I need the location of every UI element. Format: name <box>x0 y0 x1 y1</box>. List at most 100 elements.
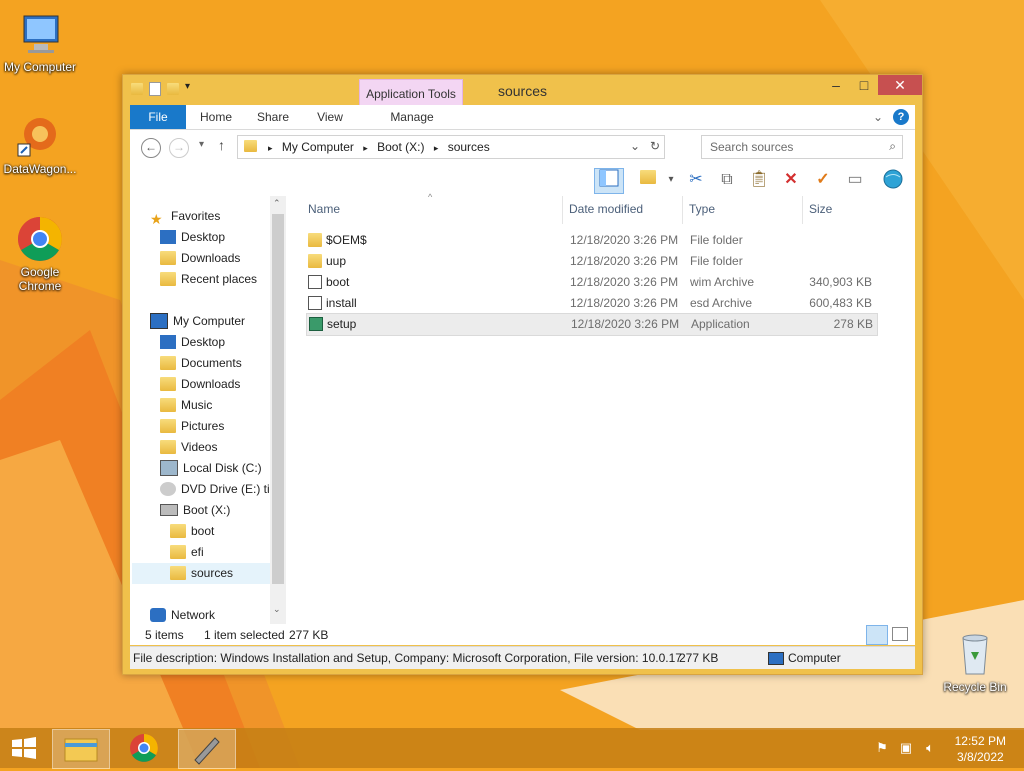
nav-favorites[interactable]: ★ Favorites <box>150 206 220 227</box>
file-row[interactable]: boot 12/18/2020 3:26 PM wim Archive 340,… <box>306 272 876 293</box>
dropdown-icon[interactable]: ▾ <box>658 168 684 192</box>
downloads-icon <box>160 250 176 265</box>
dvd-icon <box>160 481 176 496</box>
breadcrumb-my-computer[interactable]: My Computer <box>282 140 354 154</box>
nav-boot-folder[interactable]: boot <box>170 521 214 542</box>
explorer-window: ▾ Application Tools sources – □ ✕ File H… <box>122 74 923 675</box>
breadcrumb-sources[interactable]: sources <box>448 140 490 154</box>
back-button[interactable]: ← <box>141 138 161 158</box>
file-name: boot <box>326 275 350 289</box>
select-icon[interactable]: ▭ <box>842 168 868 192</box>
column-header-type[interactable]: Type <box>689 202 715 216</box>
videos-icon <box>160 439 176 454</box>
file-row[interactable]: uup 12/18/2020 3:26 PM File folder <box>306 251 876 272</box>
nav-label: DVD Drive (E:) tin <box>181 482 270 496</box>
file-type: File folder <box>690 254 743 268</box>
scroll-down-icon[interactable]: ⌄ <box>273 604 281 615</box>
desktop-icon-datawagon[interactable]: DataWagon... <box>0 112 80 176</box>
window-controls: – □ ✕ <box>822 75 922 95</box>
column-divider[interactable] <box>682 196 683 224</box>
start-button[interactable] <box>0 729 48 767</box>
up-button[interactable]: ↑ <box>218 137 225 153</box>
taskbar-app[interactable] <box>178 729 236 769</box>
nav-network[interactable]: Network <box>150 605 215 624</box>
search-placeholder: Search sources <box>710 140 794 154</box>
file-row[interactable]: $OEM$ 12/18/2020 3:26 PM File folder <box>306 230 876 251</box>
nav-pictures[interactable]: Pictures <box>160 416 224 437</box>
file-row[interactable]: install 12/18/2020 3:26 PM esd Archive 6… <box>306 293 876 314</box>
recent-locations-dropdown[interactable]: ▾ <box>199 139 204 150</box>
refresh-icon[interactable]: ↻ <box>650 139 660 153</box>
paste-icon[interactable]: 📋︎ <box>746 168 772 192</box>
close-button[interactable]: ✕ <box>878 75 922 95</box>
nav-downloads[interactable]: Downloads <box>160 374 240 395</box>
nav-label: Local Disk (C:) <box>183 461 262 475</box>
nav-documents[interactable]: Documents <box>160 353 242 374</box>
nav-efi-folder[interactable]: efi <box>170 542 204 563</box>
nav-boot-drive[interactable]: Boot (X:) <box>160 500 230 521</box>
volume-muted-icon[interactable]: 🔈︎ <box>922 740 938 756</box>
desktop-icon <box>160 229 176 244</box>
expand-ribbon-icon[interactable]: ⌄ <box>873 110 883 124</box>
help-icon[interactable]: ? <box>893 109 909 125</box>
nav-my-computer[interactable]: My Computer <box>150 311 245 332</box>
nav-videos[interactable]: Videos <box>160 437 217 458</box>
nav-fav-recent-places[interactable]: Recent places <box>160 269 257 290</box>
minimize-button[interactable]: – <box>822 75 850 95</box>
search-input[interactable]: Search sources ⌕ <box>701 135 903 159</box>
nav-fav-desktop[interactable]: Desktop <box>160 227 225 248</box>
nav-label: Music <box>181 398 213 412</box>
address-bar[interactable]: ▸ My Computer ▸ Boot (X:) ▸ sources ⌄ ↻ <box>237 135 665 159</box>
nav-fav-downloads[interactable]: Downloads <box>160 248 240 269</box>
forward-button[interactable]: → <box>169 138 189 158</box>
nav-scrollbar[interactable]: ⌃ ⌄ <box>270 196 286 624</box>
desktop-icon-my-computer[interactable]: My Computer <box>0 10 80 74</box>
taskbar-chrome[interactable] <box>116 729 172 767</box>
nav-local-disk[interactable]: Local Disk (C:) <box>160 458 262 479</box>
globe-icon[interactable] <box>880 168 906 192</box>
preview-pane-icon[interactable] <box>594 168 624 194</box>
status-size: 277 KB <box>289 628 329 642</box>
address-dropdown-icon[interactable]: ⌄ <box>630 139 640 153</box>
desktop-icon-google-chrome[interactable]: Google Chrome <box>0 215 80 293</box>
network-status-icon[interactable]: ▣ <box>898 740 914 756</box>
desktop-icon <box>160 334 176 349</box>
column-header-size[interactable]: Size <box>809 202 832 216</box>
file-name: setup <box>327 317 357 331</box>
details-bar: File description: Windows Installation a… <box>130 646 915 669</box>
file-type: esd Archive <box>690 296 753 310</box>
recycle-bin-icon <box>951 630 999 678</box>
taskbar-file-explorer[interactable] <box>52 729 110 769</box>
column-header-name[interactable]: Name <box>308 202 340 216</box>
large-icons-view-icon[interactable] <box>892 627 908 641</box>
tab-home[interactable]: Home <box>192 105 240 129</box>
desktop-icon-recycle-bin[interactable]: Recycle Bin <box>935 630 1015 694</box>
tab-manage[interactable]: Manage <box>382 105 442 129</box>
delete-icon[interactable]: ✕ <box>778 168 804 192</box>
nav-dvd-drive[interactable]: DVD Drive (E:) tin <box>160 479 270 500</box>
tab-view[interactable]: View <box>308 105 352 129</box>
title-bar[interactable]: ▾ Application Tools sources – □ ✕ <box>123 75 922 106</box>
nav-label: efi <box>191 545 204 559</box>
scroll-up-icon[interactable]: ⌃ <box>273 198 281 209</box>
nav-music[interactable]: Music <box>160 395 212 416</box>
scrollbar-thumb[interactable] <box>272 214 284 584</box>
tab-file[interactable]: File <box>130 105 186 129</box>
cut-icon[interactable]: ✂ <box>683 168 709 192</box>
action-center-flag-icon[interactable]: ⚑ <box>874 740 890 756</box>
nav-label: Desktop <box>181 335 226 349</box>
breadcrumb-boot[interactable]: Boot (X:) <box>377 140 424 154</box>
file-row-selected[interactable]: setup 12/18/2020 3:26 PM Application 278… <box>306 313 878 336</box>
maximize-button[interactable]: □ <box>850 75 878 95</box>
column-divider[interactable] <box>802 196 803 224</box>
copy-icon[interactable]: ⧉ <box>714 168 740 192</box>
rename-icon[interactable]: ✓ <box>810 168 836 192</box>
nav-sources-folder[interactable]: sources <box>132 563 270 584</box>
clock[interactable]: 12:52 PM 3/8/2022 <box>955 733 1006 765</box>
column-divider[interactable] <box>562 196 563 224</box>
address-row: ← → ▾ ↑ ▸ My Computer ▸ Boot (X:) ▸ sour… <box>130 130 915 164</box>
details-view-icon[interactable] <box>866 625 888 645</box>
tab-share[interactable]: Share <box>248 105 298 129</box>
column-header-date[interactable]: Date modified <box>569 202 643 216</box>
nav-desktop[interactable]: Desktop <box>160 332 225 353</box>
